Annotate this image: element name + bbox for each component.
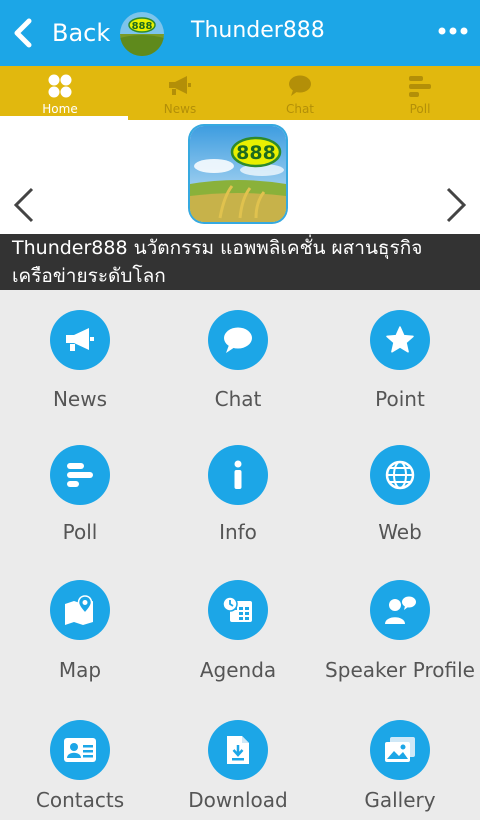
app-title: Thunder888 <box>191 18 325 43</box>
app-header: Back 888 Thunder888 <box>0 0 480 66</box>
menu-item-map[interactable]: Map <box>0 580 160 690</box>
poll-bars-icon <box>407 73 433 99</box>
poll-bars-icon <box>50 445 110 505</box>
tab-label: News <box>163 102 197 116</box>
menu-item-label: Chat <box>214 387 262 411</box>
menu-grid: News Chat Point Poll Info Web Map Agenda… <box>0 290 480 820</box>
caption-line: เครือข่ายระดับโลก <box>12 265 166 287</box>
caption-line: Thunder888 นวัตกรรม แอพพลิเคชั่น ผสานธุร… <box>12 237 423 259</box>
menu-item-info[interactable]: Info <box>158 445 318 555</box>
home-grid-icon <box>47 73 73 99</box>
tab-label: Poll <box>409 102 431 116</box>
menu-item-label: Speaker Profile <box>325 658 475 682</box>
info-icon <box>208 445 268 505</box>
banner-carousel: 888 Thunder888 นวัตกรรม แอพพลิเคชั่น ผสา… <box>0 120 480 290</box>
carousel-prev-icon[interactable] <box>10 186 38 224</box>
tab-label: Chat <box>285 102 315 116</box>
menu-item-download[interactable]: Download <box>158 720 318 820</box>
chevron-left-icon <box>12 14 46 52</box>
gallery-photos-icon <box>370 720 430 780</box>
menu-item-label: Agenda <box>199 658 277 682</box>
menu-item-label: News <box>52 387 108 411</box>
app-logo: 888 <box>120 12 164 56</box>
menu-item-label: Poll <box>62 520 98 544</box>
menu-item-gallery[interactable]: Gallery <box>320 720 480 820</box>
more-options-icon[interactable] <box>436 20 470 42</box>
menu-item-label: Contacts <box>35 788 125 812</box>
back-label: Back <box>52 19 111 47</box>
menu-item-label: Map <box>58 658 102 682</box>
menu-item-news[interactable]: News <box>0 310 160 420</box>
menu-item-chat[interactable]: Chat <box>158 310 318 420</box>
map-pin-icon <box>50 580 110 640</box>
menu-item-label: Gallery <box>364 788 436 812</box>
chat-bubble-icon <box>208 310 268 370</box>
banner-image: 888 <box>190 126 286 222</box>
tab-label: Home <box>42 102 78 116</box>
menu-item-label: Download <box>188 788 288 812</box>
menu-item-point[interactable]: Point <box>320 310 480 420</box>
chat-bubble-icon <box>287 73 313 99</box>
globe-icon <box>370 445 430 505</box>
tab-news[interactable]: News <box>120 66 240 120</box>
tab-home[interactable]: Home <box>0 66 128 120</box>
menu-item-web[interactable]: Web <box>320 445 480 555</box>
tab-poll[interactable]: Poll <box>360 66 480 120</box>
logo-text: 888 <box>132 21 153 32</box>
menu-item-label: Web <box>378 520 422 544</box>
menu-item-agenda[interactable]: Agenda <box>158 580 318 690</box>
menu-item-label: Point <box>375 387 425 411</box>
back-button[interactable]: Back <box>12 14 110 52</box>
banner-caption: Thunder888 นวัตกรรม แอพพลิเคชั่น ผสานธุร… <box>0 234 480 290</box>
megaphone-icon <box>167 73 193 99</box>
carousel-next-icon[interactable] <box>442 186 470 224</box>
menu-item-speaker-profile[interactable]: Speaker Profile <box>320 580 480 690</box>
star-icon <box>370 310 430 370</box>
contact-card-icon <box>50 720 110 780</box>
tab-chat[interactable]: Chat <box>240 66 360 120</box>
speaker-people-icon <box>370 580 430 640</box>
tab-bar: Home News Chat Poll <box>0 66 480 120</box>
calendar-clock-icon <box>208 580 268 640</box>
menu-item-label: Info <box>219 520 257 544</box>
menu-item-contacts[interactable]: Contacts <box>0 720 160 820</box>
menu-item-poll[interactable]: Poll <box>0 445 160 555</box>
megaphone-icon <box>50 310 110 370</box>
download-file-icon <box>208 720 268 780</box>
banner-logo-text: 888 <box>236 142 276 164</box>
